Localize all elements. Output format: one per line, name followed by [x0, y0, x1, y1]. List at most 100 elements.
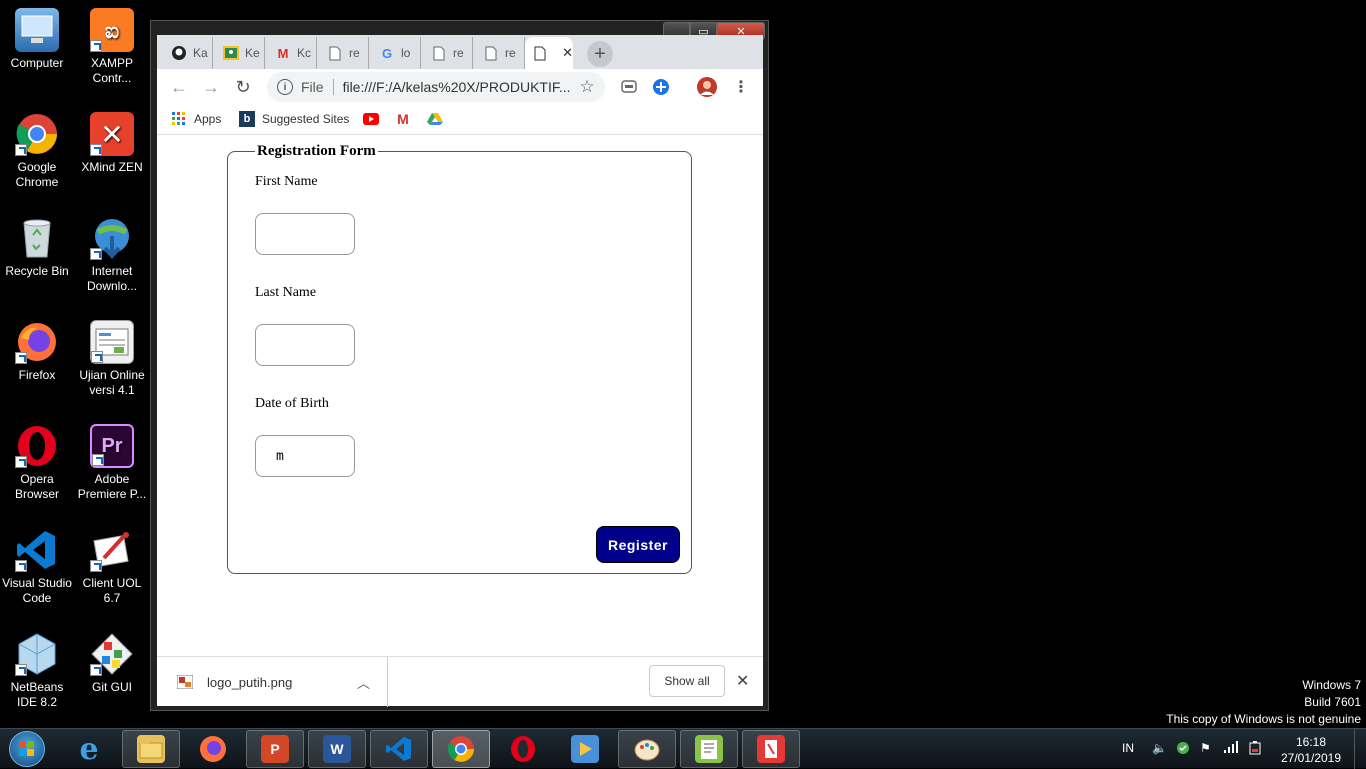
close-tab-icon[interactable]: ✕ — [562, 45, 573, 61]
taskbar-vscode[interactable] — [370, 730, 428, 768]
git-gui-icon — [90, 632, 134, 676]
opera-icon — [15, 424, 59, 468]
google-icon: G — [381, 45, 393, 61]
extension-line-icon[interactable] — [619, 77, 639, 97]
desktop-icon-chrome[interactable]: Google Chrome — [0, 106, 74, 190]
extension-add-icon[interactable] — [651, 77, 671, 97]
download-filename: logo_putih.png — [207, 674, 293, 690]
taskbar-file-explorer[interactable] — [122, 730, 180, 768]
bookmark-apps[interactable]: Apps — [171, 111, 221, 127]
tab-google[interactable]: G lo — [371, 37, 421, 69]
start-button[interactable] — [4, 730, 50, 768]
bookmark-drive[interactable] — [427, 111, 450, 127]
gmail-icon: M — [277, 45, 289, 61]
bookmark-label: Suggested Sites — [262, 112, 350, 126]
desktop-icon-ujian-online[interactable]: Ujian Online versi 4.1 — [75, 314, 149, 398]
chevron-up-icon[interactable]: ︿ — [357, 673, 370, 692]
windows-watermark: Windows 7 Build 7601 This copy of Window… — [1166, 677, 1361, 728]
new-tab-button[interactable]: + — [587, 41, 613, 67]
bookmark-suggested-sites[interactable]: b Suggested Sites — [239, 111, 349, 127]
taskbar-paint[interactable] — [618, 730, 676, 768]
security-shield-icon[interactable] — [1176, 741, 1190, 758]
tab-page[interactable]: re — [319, 37, 369, 69]
desktop-icon-xmind[interactable]: ✕ XMind ZEN — [75, 106, 149, 175]
page-icon — [483, 45, 499, 61]
desktop-icon-computer[interactable]: Computer — [0, 2, 74, 71]
show-all-button[interactable]: Show all — [649, 665, 725, 697]
language-indicator[interactable]: IN — [1122, 741, 1134, 755]
system-clock[interactable]: 16:18 27/01/2019 — [1270, 734, 1352, 766]
network-signal-icon[interactable] — [1224, 741, 1238, 756]
tab-page[interactable]: re — [423, 37, 473, 69]
desktop-icon-client-uol[interactable]: Client UOL 6.7 — [75, 522, 149, 606]
star-icon[interactable]: ☆ — [577, 77, 597, 97]
avatar[interactable] — [697, 77, 717, 97]
desktop-icon-label: Client UOL 6.7 — [82, 576, 142, 605]
scheme-label: File — [301, 79, 324, 95]
desktop-icon-label: Adobe Premiere P... — [77, 472, 147, 501]
dob-input[interactable] — [255, 435, 355, 477]
xampp-icon: ಐ — [90, 8, 134, 52]
separator — [332, 79, 334, 95]
tab-classroom[interactable]: Ke — [215, 37, 265, 69]
action-center-flag-icon[interactable]: ⚑ — [1200, 741, 1211, 755]
last-name-input[interactable] — [255, 324, 355, 366]
computer-icon — [15, 8, 59, 52]
github-icon — [171, 45, 187, 61]
info-icon[interactable]: i — [277, 79, 293, 95]
gmail-icon: M — [397, 111, 409, 127]
tab-active[interactable]: ✕ — [525, 37, 573, 69]
desktop-icon-premiere[interactable]: Pr Adobe Premiere P... — [75, 418, 149, 502]
volume-icon[interactable]: 🔈 — [1152, 741, 1167, 755]
taskbar: e P W IN 🔈 ⚑ 16:18 27/01/2019 — [0, 728, 1366, 769]
chrome-icon — [15, 112, 59, 156]
firefox-icon — [199, 735, 227, 763]
firefox-icon — [15, 320, 59, 364]
bookmark-youtube[interactable] — [363, 111, 386, 127]
desktop-icon-label: Google Chrome — [15, 160, 59, 189]
tab-title: re — [453, 46, 464, 60]
address-bar[interactable]: i File file:///F:/A/kelas%20X/PRODUKTIF.… — [267, 72, 605, 102]
desktop-icon-label: Visual Studio Code — [2, 576, 72, 605]
reload-icon[interactable]: ↻ — [233, 77, 253, 97]
bing-icon: b — [239, 111, 255, 127]
close-icon[interactable]: ✕ — [736, 671, 749, 691]
taskbar-opera[interactable] — [494, 730, 552, 768]
desktop-icon-label: Computer — [10, 56, 64, 70]
taskbar-internet-explorer[interactable]: e — [60, 730, 118, 768]
netbeans-icon — [15, 632, 59, 676]
show-desktop-button[interactable] — [1354, 729, 1366, 769]
desktop-icon-firefox[interactable]: Firefox — [0, 314, 74, 383]
taskbar-media-player[interactable] — [556, 730, 614, 768]
desktop-icon-vscode[interactable]: Visual Studio Code — [0, 522, 74, 606]
chrome-icon — [447, 735, 475, 763]
back-icon[interactable]: ← — [169, 77, 189, 97]
register-button[interactable]: Register — [596, 526, 680, 563]
desktop-icon-internet-download-manager[interactable]: Internet Downlo... — [75, 210, 149, 294]
menu-icon[interactable]: ⋮ — [731, 77, 751, 97]
first-name-input[interactable] — [255, 213, 355, 255]
powerpoint-icon: P — [261, 735, 289, 763]
desktop-icon-netbeans[interactable]: NetBeans IDE 8.2 — [0, 626, 74, 710]
tab-gmail[interactable]: M Kc — [267, 37, 317, 69]
apps-grid-icon — [171, 111, 187, 127]
tab-github[interactable]: Ka — [163, 37, 213, 69]
desktop-icon-git-gui[interactable]: Git GUI — [75, 626, 149, 695]
taskbar-word[interactable]: W — [308, 730, 366, 768]
tab-strip: Ka Ke M Kc re G lo re re ✕ + — [157, 35, 763, 69]
taskbar-firefox[interactable] — [184, 730, 242, 768]
taskbar-notepad-plus[interactable] — [680, 730, 738, 768]
desktop-icon-recycle-bin[interactable]: Recycle Bin — [0, 210, 74, 279]
forward-icon[interactable]: → — [201, 77, 221, 97]
desktop-icon-opera[interactable]: Opera Browser — [0, 418, 74, 502]
dob-label: Date of Birth — [255, 396, 329, 411]
download-item[interactable]: logo_putih.png ︿ — [157, 657, 388, 707]
tab-page[interactable]: re — [475, 37, 525, 69]
desktop-icon-xampp[interactable]: ಐ XAMPP Contr... — [75, 2, 149, 86]
taskbar-powerpoint[interactable]: P — [246, 730, 304, 768]
bookmark-gmail[interactable]: M — [395, 111, 418, 127]
watermark-line: Build 7601 — [1304, 695, 1361, 709]
taskbar-client-uol[interactable] — [742, 730, 800, 768]
taskbar-chrome[interactable] — [432, 730, 490, 768]
battery-icon[interactable] — [1248, 741, 1262, 758]
